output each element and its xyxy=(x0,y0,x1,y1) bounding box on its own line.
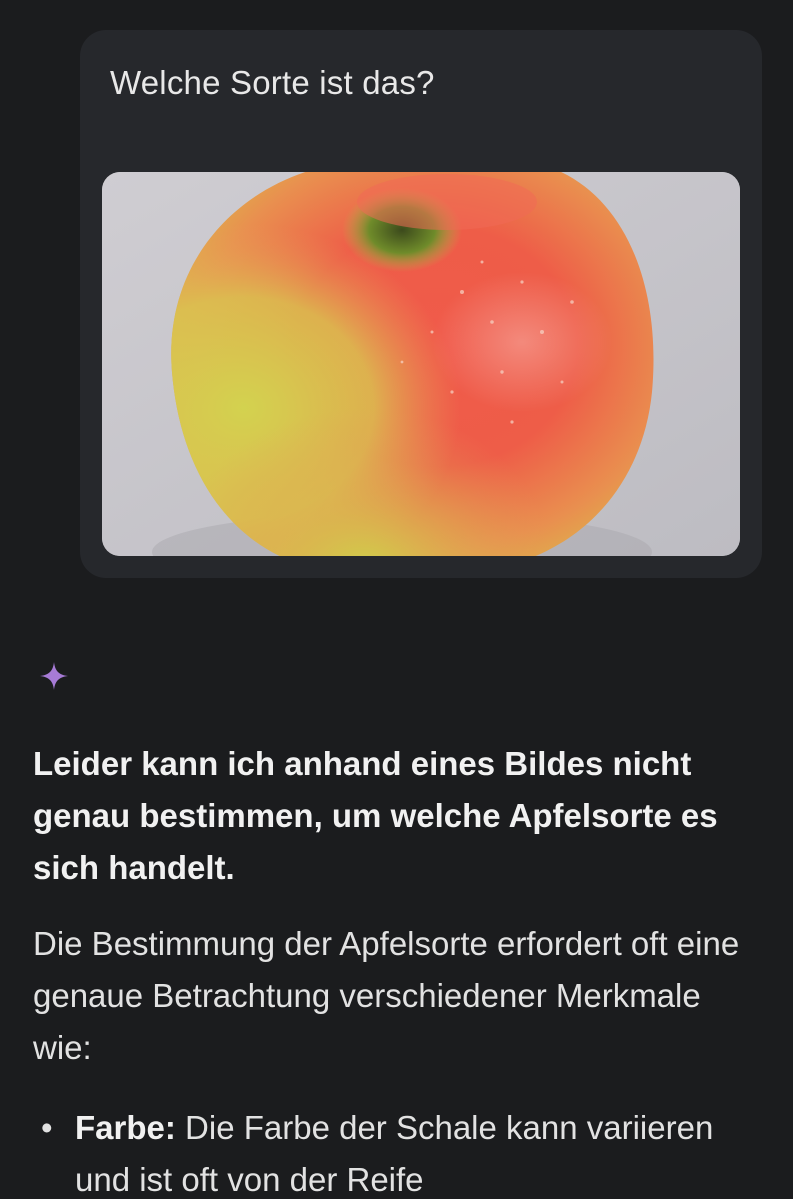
user-query-text: Welche Sorte ist das? xyxy=(110,64,435,101)
chat-screen: Welche Sorte ist das? Leider kann ich an… xyxy=(0,0,793,1199)
gemini-sparkle-icon xyxy=(38,660,70,692)
response-paragraph: Die Bestimmung der Apfelsorte erfordert … xyxy=(33,925,740,1066)
uploaded-apple-image[interactable] xyxy=(102,172,740,556)
user-message-bubble: Welche Sorte ist das? xyxy=(80,30,762,578)
bullet-dot-icon: • xyxy=(41,1109,53,1146)
assistant-response: Leider kann ich anhand eines Bildes nich… xyxy=(33,738,763,1199)
feature-list: • Farbe: Die Farbe der Schale kann varii… xyxy=(33,1102,763,1199)
response-heading: Leider kann ich anhand eines Bildes nich… xyxy=(33,745,718,886)
list-item-term: Farbe: xyxy=(75,1109,176,1146)
list-item: • Farbe: Die Farbe der Schale kann varii… xyxy=(33,1102,763,1199)
